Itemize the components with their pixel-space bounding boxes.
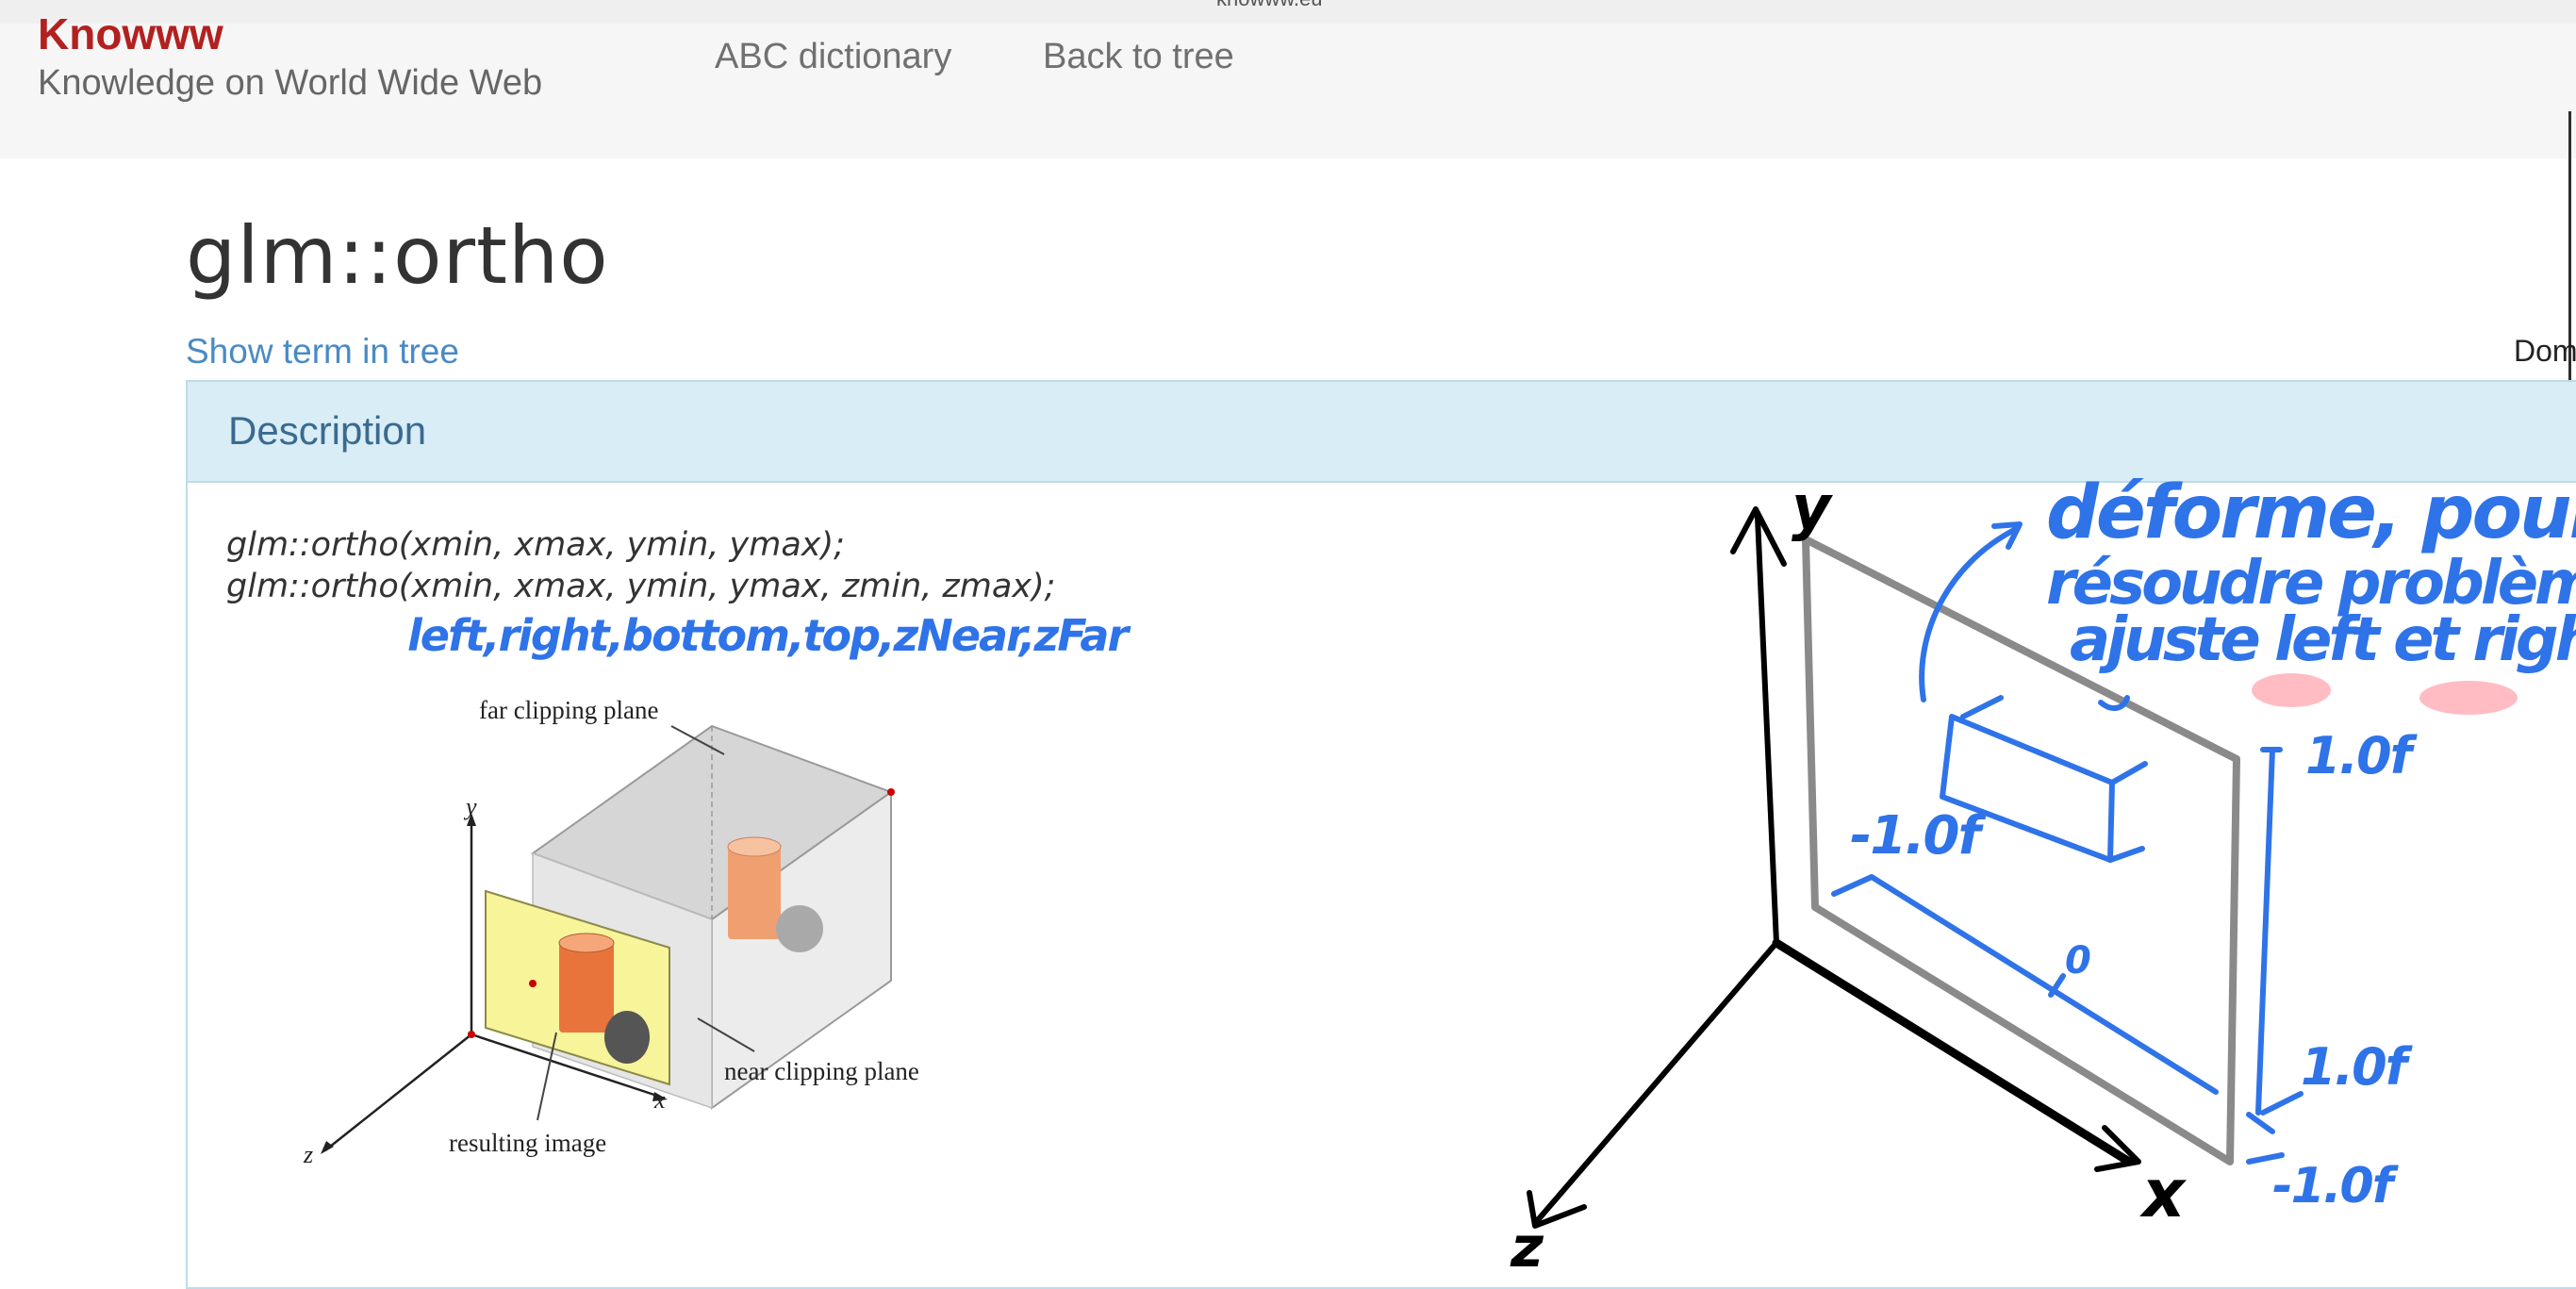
fig-z-label: z <box>303 1141 313 1168</box>
show-term-in-tree-link[interactable]: Show term in tree <box>186 332 459 372</box>
nav-abc-dictionary[interactable]: ABC dictionary <box>715 37 951 77</box>
highlight-left <box>2252 673 2331 707</box>
note-line-1: déforme, pour <box>2046 471 2576 555</box>
far-plane-label: far clipping plane <box>479 696 658 724</box>
val-left: -1.0f <box>1850 805 1987 867</box>
signature-6-args: glm::ortho(xmin, xmax, ymin, ymax, zmin,… <box>226 568 1056 605</box>
site-navbar: Knowww Knowledge on World Wide Web ABC d… <box>0 12 2576 158</box>
val-top: 1.0f <box>2305 726 2419 785</box>
result-label: resulting image <box>449 1129 606 1157</box>
site-tagline: Knowledge on World Wide Web <box>38 63 543 103</box>
val-right: 1.0f <box>2301 1037 2414 1097</box>
domain-label: Dom <box>2514 334 2576 368</box>
sketch-x-label: x <box>2139 1155 2187 1232</box>
val-center: 0 <box>2065 939 2091 983</box>
far-cylinder <box>728 847 781 939</box>
url-fragment: knowww.eu <box>1216 0 1323 11</box>
nav-back-to-tree[interactable]: Back to tree <box>1043 37 1234 77</box>
panel-heading: Description <box>188 382 2576 483</box>
sketch-z-label: z <box>1510 1215 1544 1281</box>
near-sphere <box>604 1011 650 1064</box>
panel-title: Description <box>228 408 427 453</box>
val-bottom: -1.0f <box>2272 1158 2400 1215</box>
browser-top-strip: knowww.eu <box>0 0 2576 25</box>
near-plane-label: near clipping plane <box>724 1057 919 1085</box>
fig-x-label: x <box>653 1086 666 1114</box>
far-sphere <box>776 905 823 952</box>
note-line-3: ajuste left et right. <box>2070 605 2576 675</box>
highlight-right <box>2419 681 2518 715</box>
page-title: glm::ortho <box>186 209 609 302</box>
site-brand[interactable]: Knowww <box>38 12 223 56</box>
handwritten-params: left,right,bottom,top,zNear,zFar <box>407 610 1131 661</box>
sketch-y-label: y <box>1792 473 1833 543</box>
fig-y-label: y <box>463 793 477 820</box>
handwritten-sketch: y x z déforme, pour résoudre problème: a… <box>1510 471 2576 1281</box>
near-cylinder <box>559 943 614 1033</box>
signature-4-args: glm::ortho(xmin, xmax, ymin, ymax); <box>226 526 845 564</box>
